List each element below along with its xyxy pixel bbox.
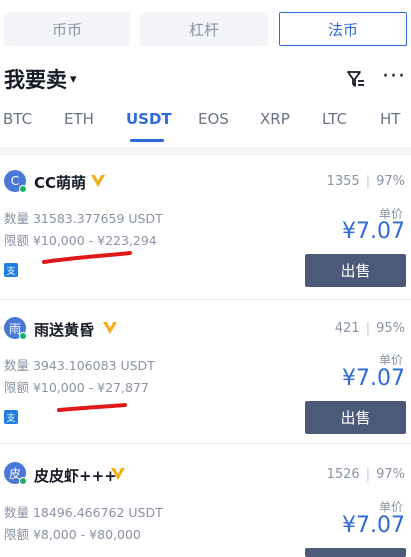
sell-button[interactable]: 出售	[305, 401, 406, 434]
completion-rate: 95%	[376, 321, 405, 336]
vip-badge-icon	[103, 322, 117, 334]
page-title: 我要卖	[4, 68, 67, 92]
stats-separator: |	[365, 321, 371, 336]
coin-tab-xrp[interactable]: XRP	[260, 110, 290, 128]
listing-card: 皮 皮皮虾+++ 1526 | 97% 数量 18496.466762 USDT 单…	[0, 444, 411, 557]
vip-badge-icon	[111, 468, 125, 480]
tab-fiat[interactable]: 法币	[279, 12, 407, 46]
completion-rate: 97%	[376, 174, 405, 189]
more-icon[interactable]: ···	[382, 64, 406, 89]
merchant-name[interactable]: 皮皮虾+++	[34, 465, 117, 486]
stats-separator: |	[365, 467, 371, 482]
price-value: ¥7.07	[342, 366, 405, 391]
order-count: 1526	[326, 467, 360, 482]
merchant-name[interactable]: 雨送黄昏	[34, 319, 94, 340]
redaction-mark	[42, 251, 132, 264]
sell-button[interactable]	[305, 548, 406, 557]
vip-badge-icon	[91, 175, 105, 187]
merchant-name[interactable]: CC萌萌	[34, 172, 86, 193]
merchant-stats: 421 | 95%	[335, 321, 405, 336]
quantity-text: 数量 18496.466762 USDT	[4, 505, 163, 520]
merchant-stats: 1355 | 97%	[327, 174, 405, 189]
listing-card: C CC萌萌 1355 | 97% 数量 31583.377659 USDT 单价 …	[0, 156, 411, 298]
redaction-mark	[57, 403, 127, 412]
filter-icon[interactable]	[346, 69, 366, 89]
quantity-text: 数量 31583.377659 USDT	[4, 211, 163, 226]
limit-text: 限额 ¥8,000 - ¥80,000	[4, 527, 141, 542]
section-divider	[0, 146, 411, 156]
online-status-dot	[19, 332, 27, 340]
coin-tab-ltc[interactable]: LTC	[322, 110, 347, 128]
completion-rate: 97%	[376, 467, 405, 482]
price-value: ¥7.07	[342, 513, 405, 538]
page-header: 我要卖 ▾ ···	[0, 64, 411, 94]
merchant-stats: 1526 | 97%	[327, 467, 405, 482]
trade-direction-selector[interactable]: 我要卖 ▾	[4, 64, 77, 94]
stats-separator: |	[365, 174, 371, 189]
tab-margin[interactable]: 杠杆	[140, 12, 268, 46]
coin-tabs: BTC ETH USDT EOS XRP LTC HT	[0, 110, 411, 142]
market-type-tabs: 币币 杠杆 法币	[0, 12, 411, 46]
online-status-dot	[19, 185, 27, 193]
listing-card: 雨 雨送黄昏 421 | 95% 数量 3943.106083 USDT 单价 限额…	[0, 300, 411, 442]
sell-button[interactable]: 出售	[305, 254, 406, 287]
alipay-icon: 支	[4, 410, 18, 424]
active-tab-indicator	[130, 139, 164, 142]
limit-text: 限额 ¥10,000 - ¥223,294	[4, 233, 157, 248]
alipay-icon: 支	[4, 263, 18, 277]
caret-down-icon: ▾	[70, 71, 77, 87]
tab-coin-coin[interactable]: 币币	[4, 12, 130, 46]
order-count: 421	[334, 321, 360, 336]
coin-tab-usdt[interactable]: USDT	[126, 110, 172, 128]
coin-tab-ht[interactable]: HT	[380, 110, 400, 128]
limit-text: 限额 ¥10,000 - ¥27,877	[4, 380, 149, 395]
coin-tab-eos[interactable]: EOS	[198, 110, 229, 128]
coin-tab-btc[interactable]: BTC	[3, 110, 32, 128]
coin-tab-eth[interactable]: ETH	[64, 110, 94, 128]
price-value: ¥7.07	[342, 219, 405, 244]
order-count: 1355	[326, 174, 360, 189]
quantity-text: 数量 3943.106083 USDT	[4, 358, 155, 373]
online-status-dot	[19, 477, 27, 485]
